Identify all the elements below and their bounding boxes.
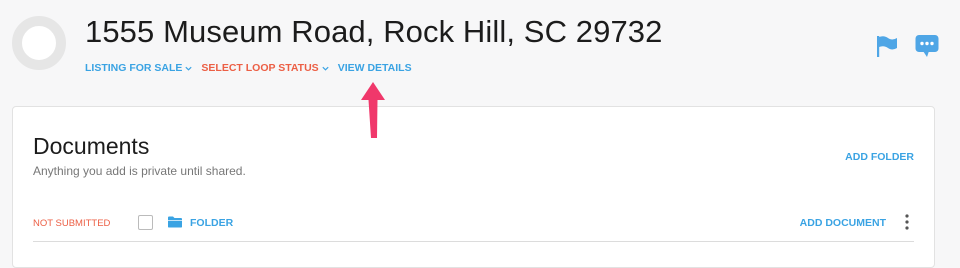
view-details-label: VIEW DETAILS [337, 62, 412, 74]
folder-name[interactable]: FOLDER [190, 217, 233, 229]
loop-address-title: 1555 Museum Road, Rock Hill, SC 29732 [85, 14, 663, 49]
more-options-icon[interactable] [904, 214, 910, 230]
documents-panel: Documents Anything you add is private un… [12, 106, 935, 268]
documents-subtitle: Anything you add is private until shared… [33, 164, 246, 178]
header-actions [874, 33, 940, 59]
loop-avatar[interactable] [12, 16, 66, 70]
folder-checkbox[interactable] [138, 215, 153, 230]
chevron-down-icon [322, 66, 329, 71]
submission-status: NOT SUBMITTED [33, 218, 111, 229]
chevron-down-icon [185, 66, 193, 71]
annotation-arrow-icon [361, 82, 385, 138]
loop-status-label: SELECT LOOP STATUS [201, 62, 319, 74]
chat-icon[interactable] [914, 33, 940, 59]
flag-icon[interactable] [874, 33, 900, 59]
listing-type-dropdown[interactable]: LISTING FOR SALE [85, 62, 193, 74]
folder-icon [168, 216, 182, 228]
view-details-link[interactable]: VIEW DETAILS [338, 62, 412, 74]
add-document-button[interactable]: ADD DOCUMENT [800, 217, 886, 229]
loop-header: 1555 Museum Road, Rock Hill, SC 29732 LI… [0, 0, 960, 100]
add-folder-button[interactable]: ADD FOLDER [845, 151, 914, 163]
folder-row: NOT SUBMITTED FOLDER ADD DOCUMENT [33, 211, 914, 242]
loop-menu: LISTING FOR SALE SELECT LOOP STATUS VIEW… [85, 62, 412, 74]
documents-title: Documents [33, 133, 150, 159]
loop-status-dropdown[interactable]: SELECT LOOP STATUS [201, 62, 329, 74]
listing-type-label: LISTING FOR SALE [85, 62, 183, 74]
